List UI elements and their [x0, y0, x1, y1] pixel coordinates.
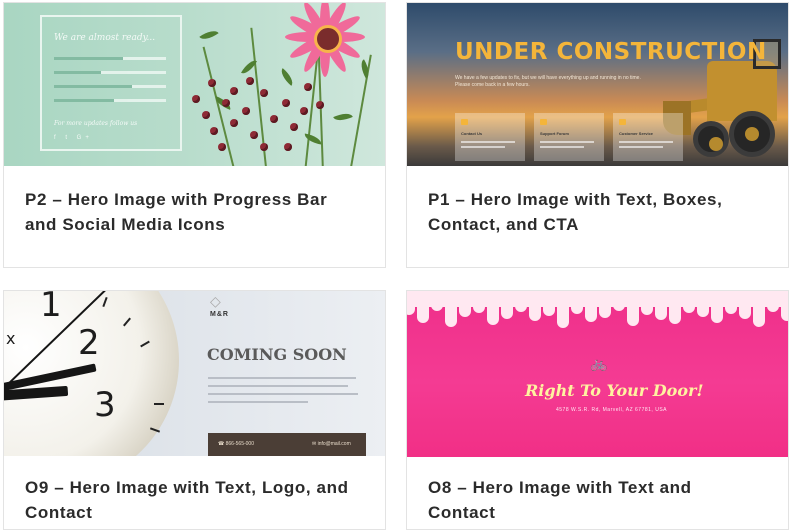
- progress-bar: [54, 71, 166, 74]
- customer-service-icon: [619, 119, 626, 125]
- template-thumbnail-p2[interactable]: We are almost ready... For more updates …: [4, 3, 385, 166]
- phone-number: ☎ 866-565-000: [218, 441, 254, 447]
- progress-bar: [54, 99, 166, 102]
- email-address: ✉ info@mail.com: [312, 441, 351, 447]
- preview-heading: COMING SOON: [207, 345, 347, 364]
- progress-panel: We are almost ready... For more updates …: [40, 15, 182, 151]
- progress-bar: [54, 85, 166, 88]
- template-thumbnail-p1[interactable]: UNDER CONSTRUCTION We have a few updates…: [407, 3, 788, 166]
- icing-drip: [627, 301, 639, 326]
- title-line: and Social Media Icons: [25, 215, 226, 234]
- template-thumbnail-o9[interactable]: 1 2 3 x ◇ M&R COMING SOON ☎ 866-565-000 …: [4, 291, 385, 456]
- template-card-o8[interactable]: 🚲 Right To Your Door! 4578 W.S.R. Rd, Ma…: [406, 290, 789, 530]
- template-thumbnail-o8[interactable]: 🚲 Right To Your Door! 4578 W.S.R. Rd, Ma…: [407, 291, 788, 457]
- icing-drip: [655, 301, 667, 320]
- contact-bar: ☎ 866-565-000 ✉ info@mail.com: [208, 433, 366, 456]
- preview-address: 4578 W.S.R. Rd, Marvell, AZ 67781, USA: [556, 407, 667, 413]
- preview-heading: UNDER CONSTRUCTION: [455, 39, 767, 65]
- template-title[interactable]: O9 – Hero Image with Text, Logo, and Con…: [25, 475, 349, 525]
- progress-fill: [54, 57, 124, 60]
- info-box-title: Contact Us: [461, 131, 483, 136]
- icing-drip: [487, 301, 499, 325]
- icing-drip: [599, 301, 611, 318]
- preview-footer: For more updates follow us: [54, 120, 138, 127]
- progress-bar: [54, 57, 166, 60]
- title-line: P1 – Hero Image with Text, Boxes,: [428, 190, 723, 209]
- info-box: Contact Us: [455, 113, 525, 161]
- title-line: Contact: [428, 503, 496, 522]
- progress-fill: [54, 99, 115, 102]
- info-box: Customer Service: [613, 113, 683, 161]
- social-media-icons: f t G+: [54, 135, 93, 141]
- icing-drip: [459, 301, 471, 317]
- title-line: O9 – Hero Image with Text, Logo, and: [25, 478, 349, 497]
- template-title[interactable]: O8 – Hero Image with Text and Contact: [428, 475, 692, 525]
- preview-heading: Right To Your Door!: [525, 381, 704, 400]
- forum-icon: [540, 119, 547, 125]
- preview-intro: We have a few updates to fix, but we wil…: [455, 75, 641, 88]
- icing-drip: [529, 301, 541, 321]
- template-title[interactable]: P2 – Hero Image with Progress Bar and So…: [25, 187, 327, 237]
- title-line: Contact: [25, 503, 93, 522]
- icing-drip: [585, 301, 597, 322]
- template-card-p1[interactable]: UNDER CONSTRUCTION We have a few updates…: [406, 2, 789, 268]
- icing-drip: [781, 301, 788, 321]
- diamond-logo-icon: ◇: [210, 293, 221, 309]
- icing-drip: [571, 301, 583, 314]
- icing-drip: [501, 301, 513, 319]
- template-card-p2[interactable]: We are almost ready... For more updates …: [3, 2, 386, 268]
- icing-drip: [711, 301, 723, 323]
- icing-drip: [557, 301, 569, 328]
- icing-drip: [725, 301, 737, 314]
- title-line: O8 – Hero Image with Text and: [428, 478, 692, 497]
- bicycle-icon: 🚲: [590, 355, 608, 371]
- info-box-title: Support Forum: [540, 131, 569, 136]
- progress-fill: [54, 71, 102, 74]
- icing-drip: [683, 301, 695, 313]
- info-box-title: Customer Service: [619, 131, 654, 136]
- icing-drip: [445, 301, 457, 327]
- template-title[interactable]: P1 – Hero Image with Text, Boxes, Contac…: [428, 187, 722, 237]
- icing-drip: [697, 301, 709, 317]
- icing-drip: [669, 301, 681, 324]
- icing-drip: [641, 301, 653, 315]
- icing-drip: [739, 301, 751, 319]
- preview-heading: We are almost ready...: [54, 33, 156, 43]
- title-line: P2 – Hero Image with Progress Bar: [25, 190, 328, 209]
- icing-drip: [753, 301, 765, 327]
- info-box: Support Forum: [534, 113, 604, 161]
- template-card-o9[interactable]: 1 2 3 x ◇ M&R COMING SOON ☎ 866-565-000 …: [3, 290, 386, 530]
- progress-fill: [54, 85, 133, 88]
- icing-drip: [473, 301, 485, 313]
- contact-icon: [461, 119, 468, 125]
- brand-logo: M&R: [210, 311, 229, 318]
- title-line: Contact, and CTA: [428, 215, 579, 234]
- icing-drip: [417, 301, 429, 323]
- icing-drip: [543, 301, 555, 316]
